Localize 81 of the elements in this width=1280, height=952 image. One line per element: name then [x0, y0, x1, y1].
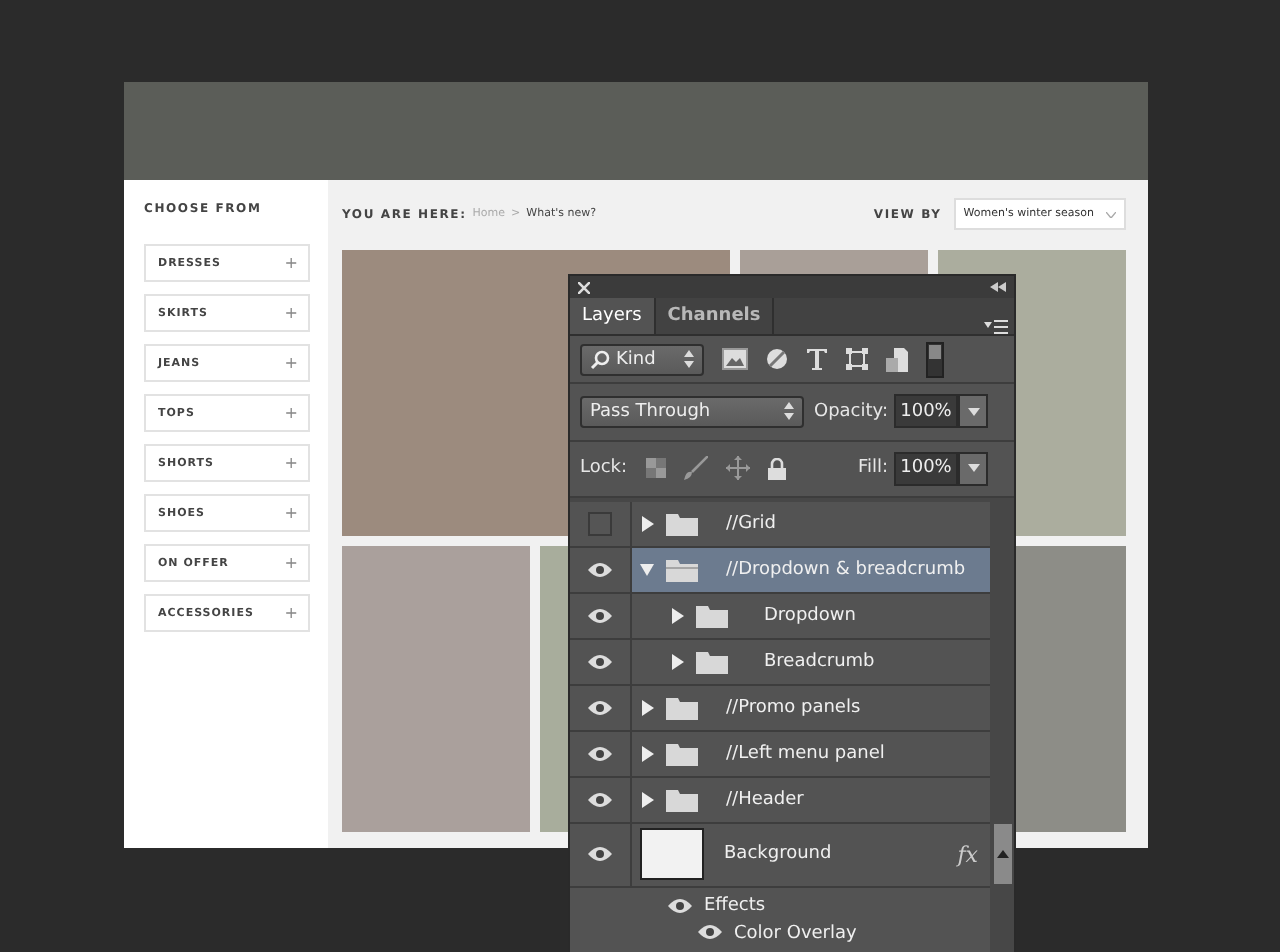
layer-row[interactable]: //Left menu panel: [570, 731, 990, 778]
layer-name: //Grid: [726, 513, 776, 534]
expand-triangle-icon[interactable]: [640, 515, 654, 532]
blend-mode-dropdown[interactable]: Pass Through: [580, 395, 804, 428]
opacity-dropdown-button[interactable]: [958, 394, 988, 429]
eye-icon[interactable]: [588, 846, 612, 863]
search-icon: [590, 349, 610, 370]
filter-dropdown[interactable]: Kind: [580, 343, 704, 376]
layer-row[interactable]: Background fx: [570, 823, 990, 888]
plus-icon: +: [284, 504, 298, 522]
plus-icon: +: [284, 304, 298, 322]
collapse-icon[interactable]: [990, 282, 1006, 293]
layer-name: //Dropdown & breadcrumb: [726, 559, 966, 580]
expand-triangle-icon[interactable]: [670, 607, 684, 624]
expand-triangle-icon[interactable]: [670, 653, 684, 670]
smart-object-icon[interactable]: [886, 347, 908, 372]
filter-toggle-icon[interactable]: [926, 341, 944, 378]
image-icon[interactable]: [722, 348, 748, 371]
folder-icon: [666, 787, 698, 812]
folder-icon: [696, 603, 728, 628]
lock-label: Lock:: [580, 458, 628, 479]
plus-icon: +: [284, 454, 298, 472]
effects-label: fx: [957, 841, 978, 868]
layer-name: Dropdown: [764, 605, 856, 626]
plus-icon: +: [284, 354, 298, 372]
panel-tab[interactable]: Layers: [570, 298, 656, 335]
folder-icon: [666, 695, 698, 720]
open-folder-icon: [666, 557, 698, 582]
layer-name: //Promo panels: [726, 697, 861, 718]
move-icon[interactable]: [725, 456, 750, 481]
chevron-down-icon: [1106, 211, 1116, 217]
lock-icon[interactable]: [767, 457, 786, 480]
eye-icon[interactable]: [668, 897, 692, 914]
plus-icon: +: [284, 604, 298, 622]
expand-triangle-icon[interactable]: [640, 791, 654, 808]
effect-name: Color Overlay: [734, 923, 857, 944]
eye-icon[interactable]: [698, 923, 722, 940]
caret-icon: [967, 407, 979, 416]
brush-icon[interactable]: [683, 456, 708, 481]
opacity-label: Opacity:: [814, 401, 888, 422]
plus-icon: +: [284, 404, 298, 422]
layer-row[interactable]: //Header: [570, 777, 990, 824]
caret-icon: [967, 464, 979, 473]
eye-icon[interactable]: [588, 607, 612, 624]
close-icon[interactable]: [578, 281, 590, 294]
opacity-field[interactable]: 100%: [894, 394, 958, 429]
fill-field[interactable]: 100%: [894, 451, 958, 486]
layer-name: //Header: [726, 789, 804, 810]
fill-dropdown-button[interactable]: [958, 451, 988, 486]
effects-name: Effects: [704, 895, 766, 916]
eye-icon[interactable]: [588, 791, 612, 808]
eye-icon[interactable]: [588, 699, 612, 716]
stepper-icon: [684, 350, 694, 369]
scroll-thumb[interactable]: [993, 823, 1011, 884]
fill-label: Fill:: [857, 458, 888, 479]
eye-icon[interactable]: [588, 561, 612, 578]
layer-name: Background: [724, 844, 832, 865]
half-circle-icon[interactable]: [766, 348, 788, 371]
expand-triangle-icon[interactable]: [640, 745, 654, 762]
layer-row[interactable]: Dropdown: [570, 593, 990, 640]
eye-icon[interactable]: [588, 745, 612, 762]
folder-icon: [696, 649, 728, 674]
scrollbar-track[interactable]: [990, 497, 1014, 952]
visibility-checkbox[interactable]: [588, 511, 612, 536]
folder-icon: [666, 511, 698, 536]
layer-name: Breadcrumb: [764, 651, 875, 672]
eye-icon[interactable]: [588, 653, 612, 670]
plus-icon: +: [284, 554, 298, 572]
transform-icon[interactable]: [846, 348, 868, 371]
layer-row[interactable]: Breadcrumb: [570, 639, 990, 686]
menu-icon[interactable]: [984, 320, 1008, 335]
stepper-icon: [784, 402, 794, 421]
collapse-triangle-icon[interactable]: [640, 561, 654, 578]
type-tool-icon[interactable]: [806, 348, 828, 371]
folder-icon: [666, 741, 698, 766]
plus-icon: +: [284, 254, 298, 272]
expand-triangle-icon[interactable]: [640, 699, 654, 716]
layer-name: //Left menu panel: [726, 743, 885, 764]
layer-thumbnail: [640, 828, 704, 881]
checkerboard-icon[interactable]: [645, 458, 666, 479]
layer-row[interactable]: //Promo panels: [570, 685, 990, 732]
